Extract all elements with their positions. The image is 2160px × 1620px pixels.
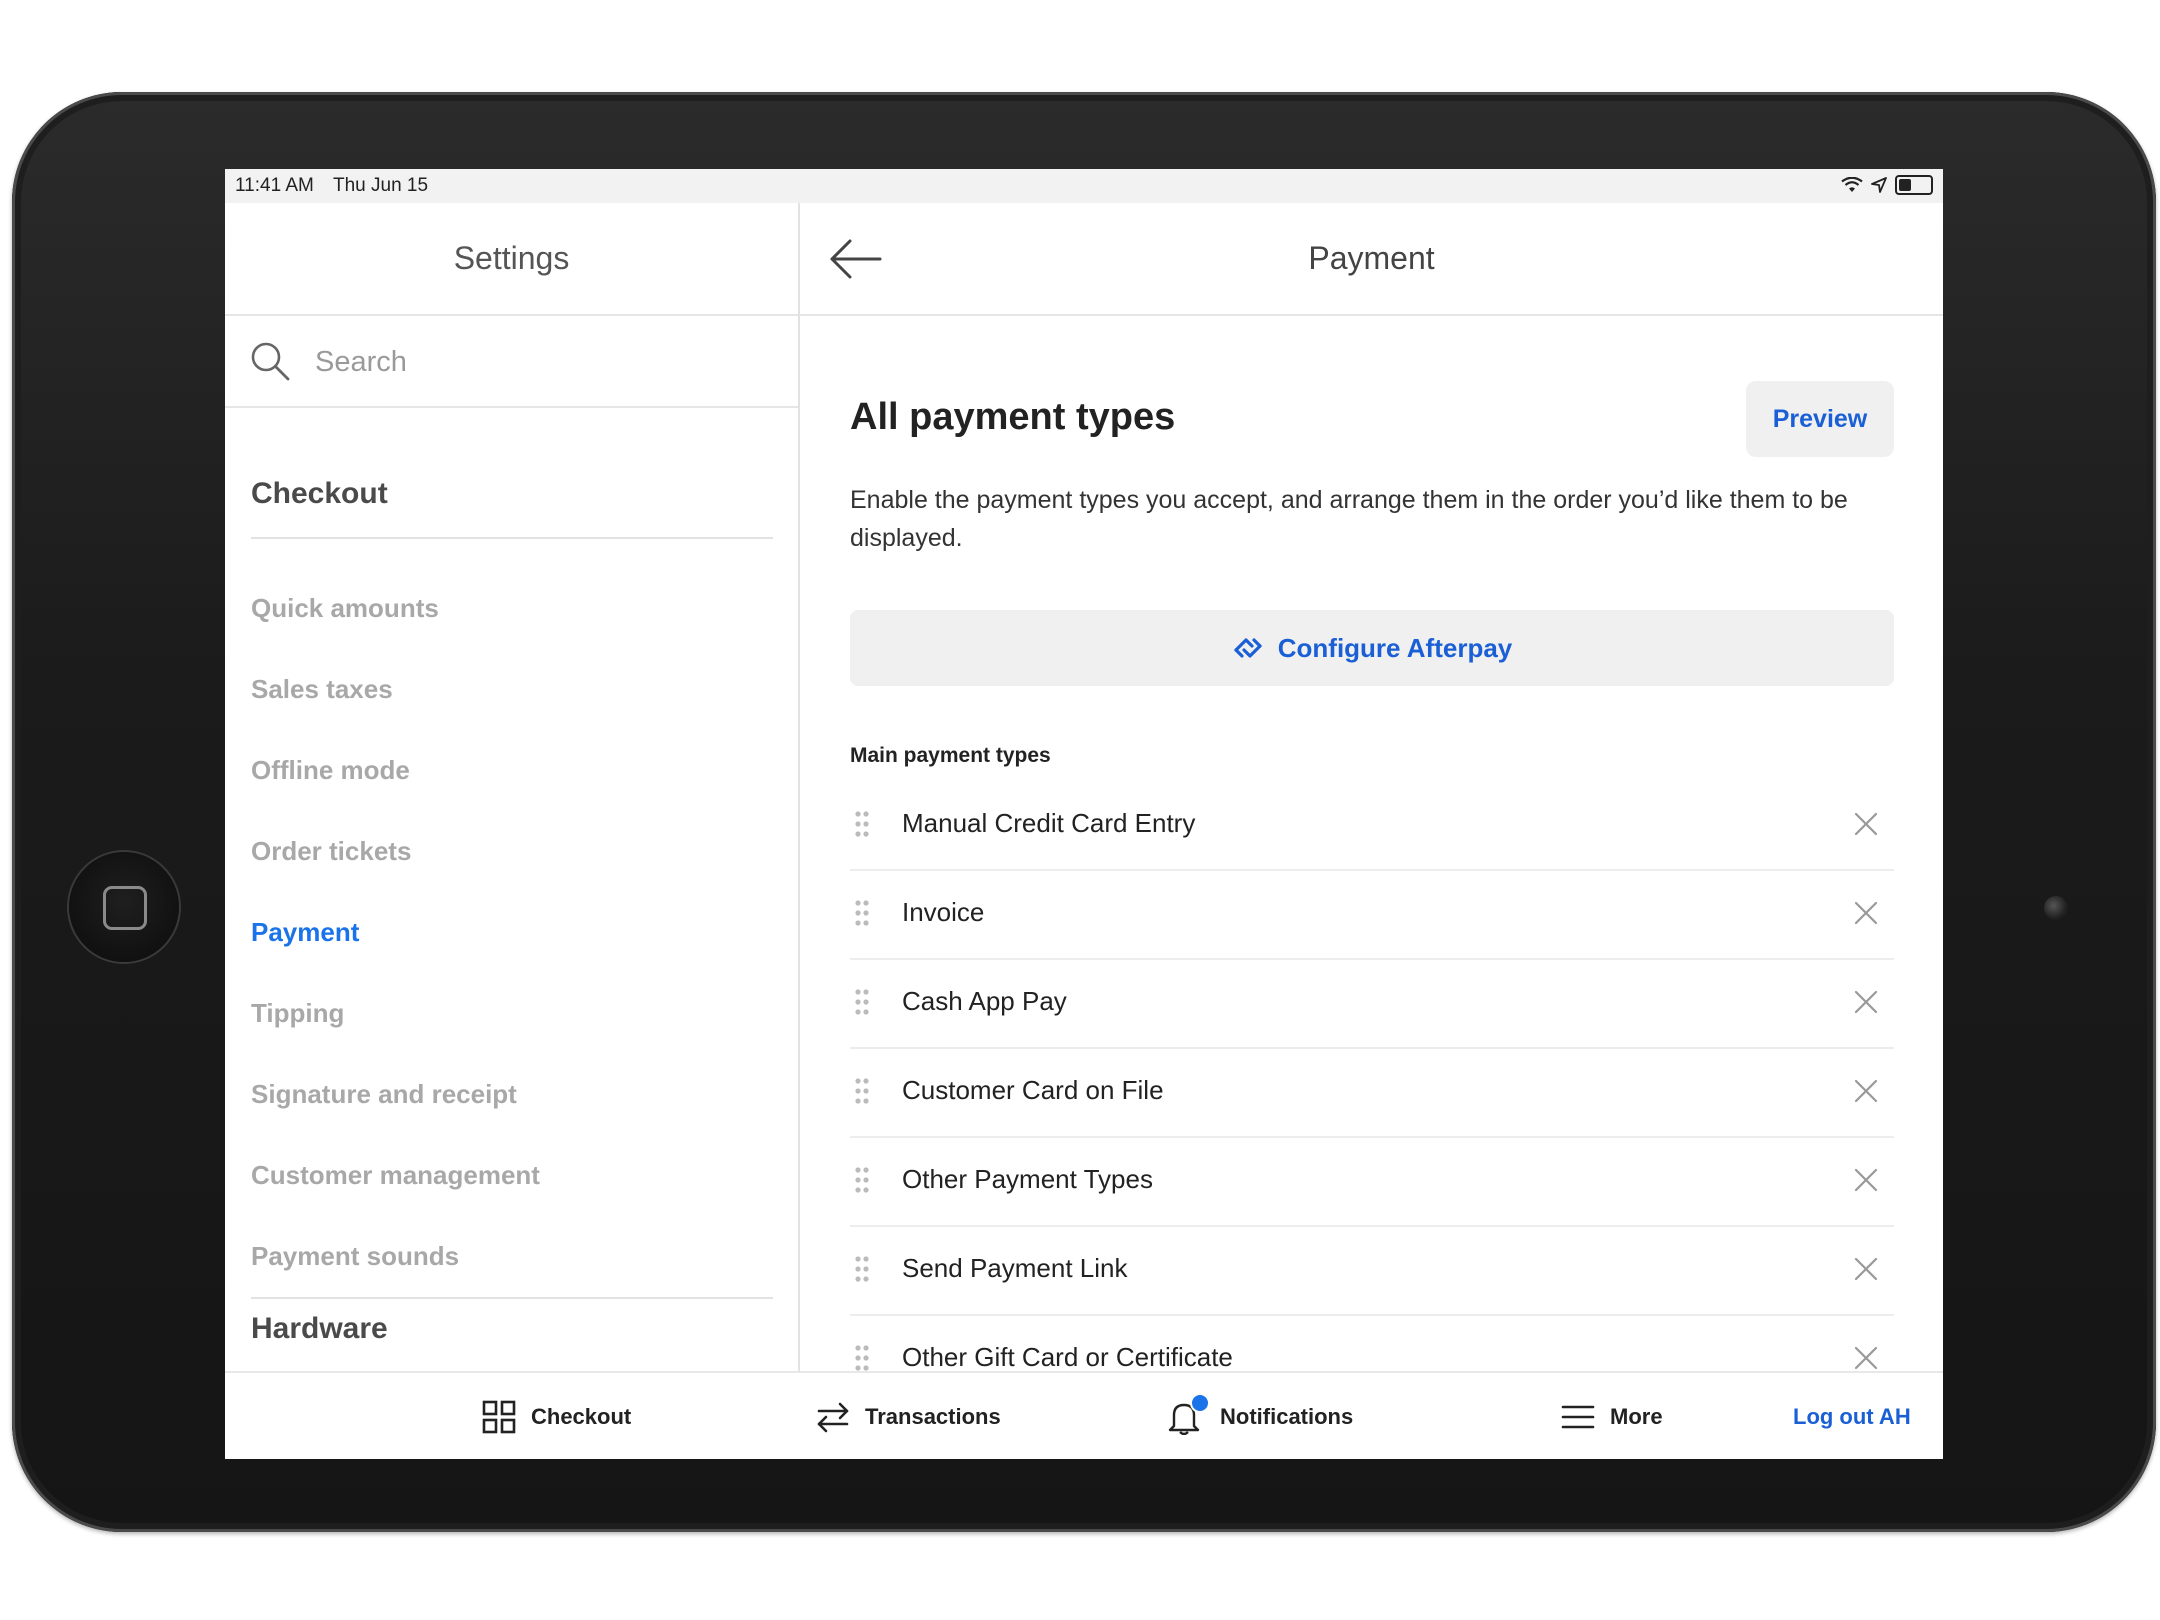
payment-type-row[interactable]: Invoice: [850, 869, 1894, 960]
section-divider: [251, 537, 773, 539]
logout-link[interactable]: Log out AH: [1793, 1373, 1911, 1459]
afterpay-arrows-icon: [1234, 638, 1262, 658]
tab-transactions[interactable]: Transactions: [815, 1373, 1001, 1459]
payment-type-label: Customer Card on File: [902, 1075, 1164, 1105]
description-text: Enable the payment types you accept, and…: [850, 486, 1848, 552]
hamburger-menu-icon: [1561, 1405, 1595, 1429]
configure-afterpay-button[interactable]: Configure Afterpay: [850, 610, 1894, 686]
drag-handle-icon[interactable]: [854, 810, 870, 838]
close-icon[interactable]: [1854, 901, 1878, 925]
payment-type-row[interactable]: Cash App Pay: [850, 958, 1894, 1049]
payment-type-label: Invoice: [902, 897, 985, 927]
tab-label: Checkout: [531, 1404, 632, 1429]
sidebar-item-payment-sounds[interactable]: Payment sounds: [251, 1241, 459, 1272]
tab-label: Transactions: [865, 1404, 1001, 1429]
sidebar-item-signature-and-receipt[interactable]: Signature and receipt: [251, 1079, 517, 1110]
sidebar-item-tipping[interactable]: Tipping: [251, 998, 344, 1029]
payment-type-row[interactable]: Other Payment Types: [850, 1136, 1894, 1227]
drag-handle-icon[interactable]: [854, 1166, 870, 1194]
main-payment-types-heading: Main payment types: [850, 744, 1051, 767]
payment-type-row[interactable]: Customer Card on File: [850, 1047, 1894, 1138]
drag-handle-icon[interactable]: [854, 988, 870, 1016]
back-arrow-icon[interactable]: [828, 237, 884, 281]
section-divider: [251, 1297, 773, 1299]
sidebar-item-order-tickets[interactable]: Order tickets: [251, 836, 411, 867]
payment-type-row[interactable]: Send Payment Link: [850, 1225, 1894, 1316]
close-icon[interactable]: [1854, 1168, 1878, 1192]
tab-notifications[interactable]: Notifications: [1166, 1373, 1353, 1459]
close-icon[interactable]: [1854, 1346, 1878, 1370]
preview-button[interactable]: Preview: [1746, 381, 1894, 457]
afterpay-label: Configure Afterpay: [1277, 632, 1513, 663]
sidebar-item-payment[interactable]: Payment: [251, 917, 359, 948]
drag-handle-icon[interactable]: [854, 899, 870, 927]
tab-checkout[interactable]: Checkout: [481, 1373, 631, 1459]
payment-type-label: Cash App Pay: [902, 986, 1067, 1016]
payment-type-label: Other Gift Card or Certificate: [902, 1342, 1233, 1371]
content-title: All payment types: [850, 396, 1176, 438]
sidebar-item-sales-taxes[interactable]: Sales taxes: [251, 674, 393, 705]
search-bar[interactable]: [225, 316, 798, 408]
grid-icon: [482, 1400, 516, 1434]
panel-header: Payment: [800, 203, 1943, 316]
notifications-icon-wrap: [1166, 1393, 1210, 1437]
close-icon[interactable]: [1854, 1079, 1878, 1103]
swap-arrows-icon: [817, 1402, 849, 1433]
sidebar-item-customer-management[interactable]: Customer management: [251, 1160, 540, 1191]
home-button-square: [103, 886, 147, 930]
location-arrow-icon: [1871, 177, 1887, 193]
section-heading-checkout: Checkout: [251, 477, 388, 510]
payment-type-row[interactable]: Manual Credit Card Entry: [850, 780, 1894, 871]
search-icon: [251, 342, 290, 381]
battery-icon: [1895, 175, 1933, 195]
screen: 11:41 AM Thu Jun 15 Settings Checkout: [225, 169, 1943, 1459]
status-icons: [1841, 175, 1933, 195]
tab-label: More: [1610, 1404, 1663, 1429]
bottom-tab-bar: Checkout Transactions Notifications More…: [225, 1371, 1943, 1459]
close-icon[interactable]: [1854, 1257, 1878, 1281]
payment-settings-panel: Payment All payment types Preview Enable…: [800, 203, 1943, 1371]
close-icon[interactable]: [1854, 812, 1878, 836]
payment-type-label: Send Payment Link: [902, 1253, 1128, 1283]
notification-badge: [1190, 1393, 1210, 1413]
status-bar: 11:41 AM Thu Jun 15: [225, 169, 1943, 203]
section-heading-hardware: Hardware: [251, 1312, 388, 1345]
settings-sidebar: Settings Checkout Quick amounts Sales ta…: [225, 203, 800, 1402]
payment-type-row[interactable]: Other Gift Card or Certificate: [850, 1314, 1894, 1371]
panel-title: Payment: [1308, 240, 1435, 276]
tab-more[interactable]: More: [1560, 1373, 1663, 1459]
sidebar-item-quick-amounts[interactable]: Quick amounts: [251, 593, 439, 624]
home-button[interactable]: [69, 852, 179, 962]
payment-type-label: Manual Credit Card Entry: [902, 808, 1196, 838]
status-date: Thu Jun 15: [333, 175, 429, 196]
front-camera: [2044, 896, 2068, 920]
status-time: 11:41 AM: [235, 175, 314, 196]
drag-handle-icon[interactable]: [854, 1344, 870, 1371]
drag-handle-icon[interactable]: [854, 1077, 870, 1105]
payment-type-label: Other Payment Types: [902, 1164, 1153, 1194]
drag-handle-icon[interactable]: [854, 1255, 870, 1283]
sidebar-title: Settings: [225, 203, 798, 316]
search-input[interactable]: [313, 334, 777, 390]
tab-label: Notifications: [1220, 1404, 1354, 1429]
wifi-icon: [1841, 177, 1863, 192]
close-icon[interactable]: [1854, 990, 1878, 1014]
sidebar-item-offline-mode[interactable]: Offline mode: [251, 755, 410, 786]
